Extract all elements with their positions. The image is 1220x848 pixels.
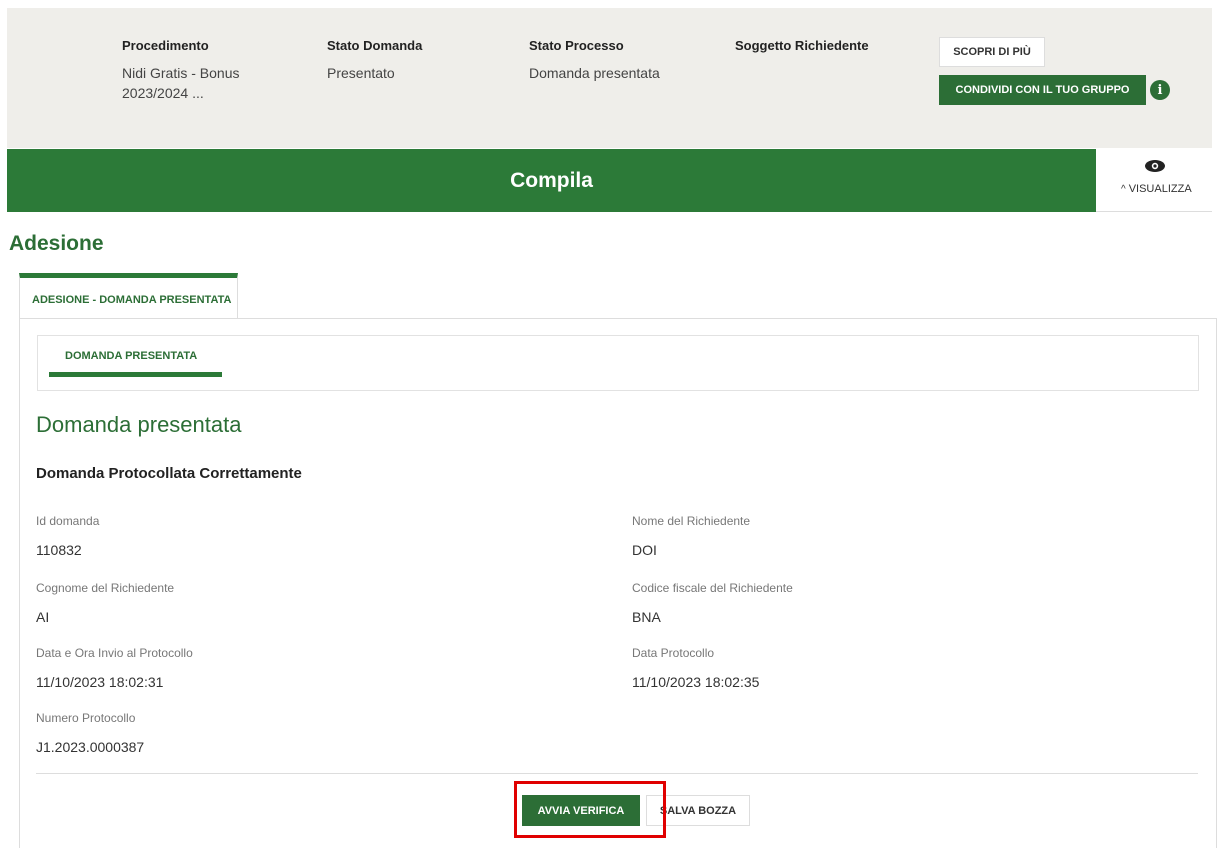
section-title: Adesione bbox=[9, 232, 104, 255]
caret-up-icon: ^ bbox=[1121, 184, 1126, 195]
procedure-info-band: Procedimento Nidi Gratis - Bonus 2023/20… bbox=[7, 8, 1212, 148]
compila-title-bar: Compila bbox=[7, 149, 1096, 212]
actions-divider bbox=[36, 773, 1198, 774]
stato-processo-block: Stato Processo Domanda presentata bbox=[529, 38, 660, 83]
field-data-invio-protocollo: Data e Ora Invio al Protocollo 11/10/202… bbox=[36, 646, 193, 690]
eye-icon bbox=[1145, 160, 1165, 172]
panel-title: Domanda presentata bbox=[36, 412, 242, 437]
subtab-domanda-presentata[interactable]: DOMANDA PRESENTATA bbox=[65, 350, 197, 362]
procedimento-block: Procedimento Nidi Gratis - Bonus 2023/20… bbox=[122, 38, 239, 103]
condividi-gruppo-button[interactable]: CONDIVIDI CON IL TUO GRUPPO bbox=[939, 75, 1146, 105]
info-icon[interactable]: i bbox=[1150, 80, 1170, 100]
field-value: DOI bbox=[632, 542, 657, 558]
procedimento-value-line1: Nidi Gratis - Bonus bbox=[122, 65, 240, 81]
field-label: Numero Protocollo bbox=[36, 711, 136, 725]
field-codice-fiscale: Codice fiscale del Richiedente BNA bbox=[632, 581, 793, 625]
field-label: Codice fiscale del Richiedente bbox=[632, 581, 793, 595]
panel-subtitle: Domanda Protocollata Correttamente bbox=[36, 465, 302, 482]
subtab-bar: DOMANDA PRESENTATA bbox=[37, 335, 1199, 391]
field-label: Nome del Richiedente bbox=[632, 514, 751, 528]
field-label: Data Protocollo bbox=[632, 646, 715, 660]
stato-processo-value: Domanda presentata bbox=[529, 65, 660, 81]
field-id-domanda: Id domanda 110832 bbox=[36, 514, 99, 558]
procedimento-value-line2: 2023/2024 ... bbox=[122, 85, 204, 101]
stato-domanda-label: Stato Domanda bbox=[327, 38, 423, 53]
stato-domanda-value: Presentato bbox=[327, 65, 395, 81]
field-data-protocollo: Data Protocollo 11/10/2023 18:02:35 bbox=[632, 646, 759, 690]
field-value: AI bbox=[36, 609, 50, 625]
soggetto-richiedente-label: Soggetto Richiedente bbox=[735, 38, 869, 53]
stato-processo-label: Stato Processo bbox=[529, 38, 624, 53]
tab-adesione-domanda-presentata[interactable]: ADESIONE - DOMANDA PRESENTATA bbox=[19, 273, 238, 319]
field-value: 11/10/2023 18:02:35 bbox=[632, 674, 760, 690]
field-value: BNA bbox=[632, 609, 661, 625]
soggetto-richiedente-block: Soggetto Richiedente bbox=[735, 38, 869, 63]
tab-label: ADESIONE - DOMANDA PRESENTATA bbox=[32, 294, 232, 306]
field-label: Data e Ora Invio al Protocollo bbox=[36, 646, 193, 660]
compila-title: Compila bbox=[510, 168, 593, 192]
visualizza-label-row: ^ VISUALIZZA bbox=[1121, 183, 1192, 195]
field-value: 11/10/2023 18:02:31 bbox=[36, 674, 164, 690]
field-nome-richiedente: Nome del Richiedente DOI bbox=[632, 514, 750, 558]
procedimento-label: Procedimento bbox=[122, 38, 209, 53]
field-value: J1.2023.0000387 bbox=[36, 739, 145, 755]
scopri-di-piu-button[interactable]: SCOPRI DI PIÙ bbox=[939, 37, 1045, 67]
visualizza-label: VISUALIZZA bbox=[1128, 183, 1192, 195]
visualizza-toggle[interactable]: ^ VISUALIZZA bbox=[1096, 149, 1212, 212]
stato-domanda-block: Stato Domanda Presentato bbox=[327, 38, 422, 83]
field-numero-protocollo: Numero Protocollo J1.2023.0000387 bbox=[36, 711, 144, 755]
field-cognome-richiedente: Cognome del Richiedente AI bbox=[36, 581, 174, 625]
field-value: 110832 bbox=[36, 542, 82, 558]
highlight-annotation bbox=[514, 781, 666, 838]
subtab-active-indicator bbox=[49, 372, 222, 377]
procedimento-value: Nidi Gratis - Bonus 2023/2024 ... bbox=[122, 63, 239, 103]
main-panel: DOMANDA PRESENTATA Domanda presentata Do… bbox=[19, 318, 1217, 848]
field-label: Cognome del Richiedente bbox=[36, 581, 175, 595]
field-label: Id domanda bbox=[36, 514, 100, 528]
